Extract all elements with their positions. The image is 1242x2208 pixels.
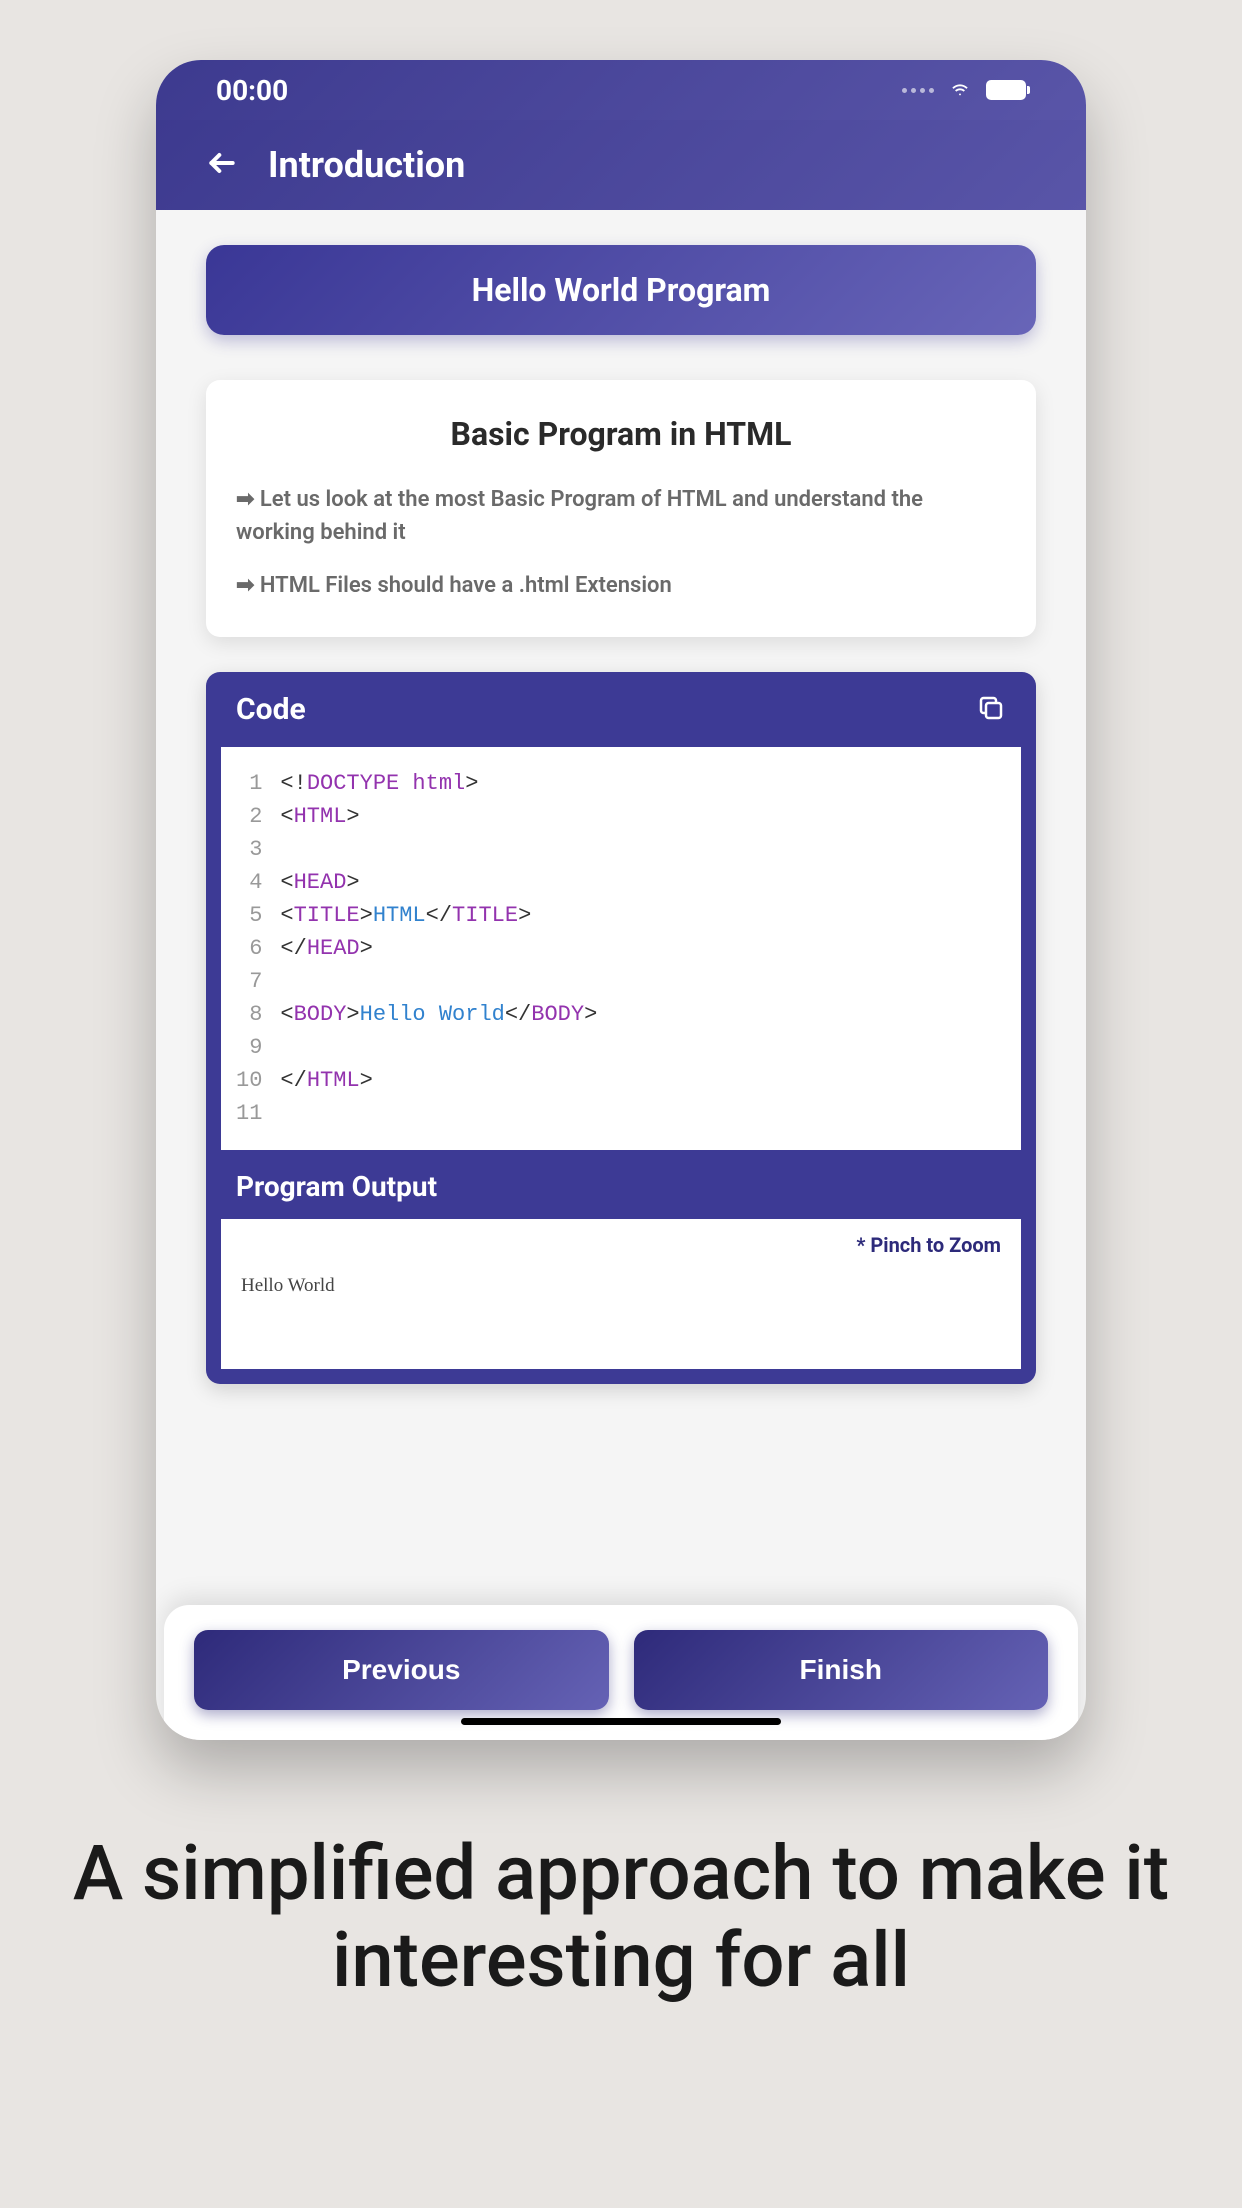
wifi-icon [946,77,974,103]
code-lines: <!DOCTYPE html> <HTML> <HEAD> <TITLE>HTM… [280,767,597,1130]
back-arrow-icon[interactable] [206,147,238,183]
output-body[interactable]: * Pinch to Zoom Hello World [221,1219,1021,1369]
code-card: Code 1234567891011 <!DOCTYPE html> <HTML… [206,672,1036,1384]
status-icons [902,77,1026,103]
status-bar: 00:00 [156,60,1086,120]
phone-frame: 00:00 Introduction Hello World Program B… [156,60,1086,1740]
home-indicator[interactable] [461,1718,781,1725]
code-header: Code [206,672,1036,747]
code-label: Code [236,692,306,727]
section-banner: Hello World Program [206,245,1036,335]
tagline: A simplified approach to make it interes… [0,1830,1242,2005]
battery-icon [986,80,1026,100]
info-point: ➡ Let us look at the most Basic Program … [236,483,1006,549]
output-text: Hello World [241,1275,1001,1297]
banner-title: Hello World Program [472,271,771,309]
line-numbers: 1234567891011 [236,767,262,1130]
content-area[interactable]: Hello World Program Basic Program in HTM… [156,210,1086,1605]
page-title: Introduction [268,144,465,186]
cellular-dots-icon [902,88,934,93]
zoom-hint: * Pinch to Zoom [241,1233,1001,1257]
code-body[interactable]: 1234567891011 <!DOCTYPE html> <HTML> <HE… [221,747,1021,1150]
status-time: 00:00 [216,74,288,107]
info-card-title: Basic Program in HTML [236,415,1006,453]
header: Introduction [156,120,1086,210]
output-label: Program Output [206,1150,1036,1219]
copy-icon[interactable] [976,693,1006,727]
info-point: ➡ HTML Files should have a .html Extensi… [236,569,1006,602]
info-card: Basic Program in HTML ➡ Let us look at t… [206,380,1036,637]
previous-button[interactable]: Previous [194,1630,609,1710]
finish-button[interactable]: Finish [634,1630,1049,1710]
